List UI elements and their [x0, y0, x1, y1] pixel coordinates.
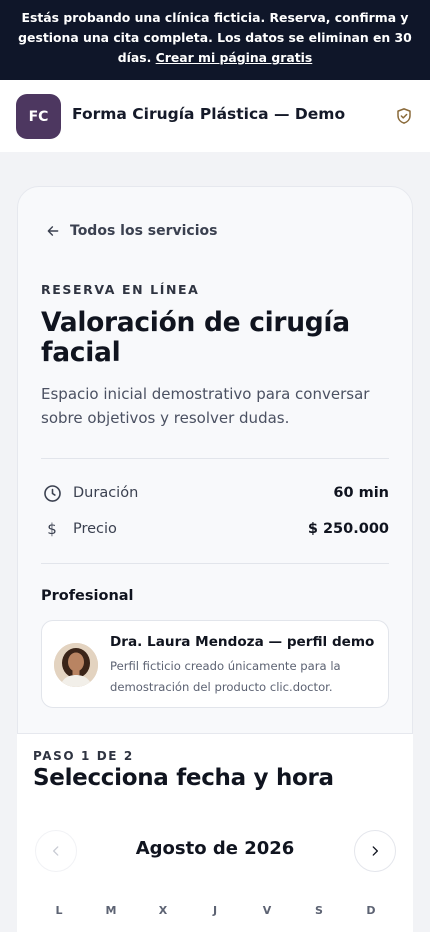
shield-check-icon[interactable] [395, 107, 413, 125]
demo-banner: Estás probando una clínica ficticia. Res… [0, 0, 430, 80]
calendar-month: Agosto de 2026 [135, 838, 295, 859]
price-label: Precio [73, 521, 117, 537]
booking-title: Selecciona fecha y hora [33, 765, 334, 791]
duration-row: Duración 60 min [41, 481, 389, 505]
professional-section-label: Profesional [41, 588, 134, 604]
service-description: Espacio inicial demostrativo para conver… [41, 385, 370, 427]
duration-value: 60 min [333, 485, 389, 501]
create-page-link[interactable]: Crear mi página gratis [156, 50, 313, 65]
back-label: Todos los servicios [70, 223, 218, 239]
back-to-services-link[interactable]: Todos los servicios [46, 223, 218, 239]
clinic-logo[interactable]: FC [16, 94, 61, 139]
professional-card[interactable]: Dra. Laura Mendoza — perfil demo Perfil … [41, 620, 389, 708]
dollar-icon: $ [47, 520, 57, 538]
weekday-label: D [366, 904, 376, 917]
clinic-name[interactable]: Forma Cirugía Plástica — Demo [72, 105, 345, 123]
arrow-left-icon [47, 226, 59, 236]
duration-label: Duración [73, 485, 139, 501]
previous-month-button[interactable] [35, 830, 77, 872]
service-eyebrow: RESERVA EN LÍNEA [41, 282, 200, 297]
chevron-right-icon [372, 846, 378, 856]
weekday-label: J [212, 904, 218, 917]
next-month-button[interactable] [354, 830, 396, 872]
divider [41, 563, 389, 564]
avatar [54, 643, 98, 687]
price-value: $ 250.000 [307, 521, 389, 537]
weekday-label: S [315, 904, 323, 917]
chevron-left-icon [53, 846, 59, 856]
weekday-label: X [158, 904, 168, 917]
service-title: Valoración de cirugía facial [41, 307, 350, 368]
weekday-header: L M X J V S D [33, 904, 397, 917]
professional-description: Perfil ficticio creado únicamente para l… [110, 659, 341, 694]
weekday-label: L [55, 904, 63, 917]
weekday-label: V [262, 904, 272, 917]
professional-name: Dra. Laura Mendoza — perfil demo [110, 634, 375, 650]
price-row: $ Precio $ 250.000 [41, 517, 389, 541]
divider [41, 458, 389, 459]
step-indicator: PASO 1 DE 2 [33, 749, 134, 763]
clinic-header: FC Forma Cirugía Plástica — Demo [0, 80, 430, 152]
clock-icon [41, 482, 63, 504]
weekday-label: M [105, 904, 117, 917]
